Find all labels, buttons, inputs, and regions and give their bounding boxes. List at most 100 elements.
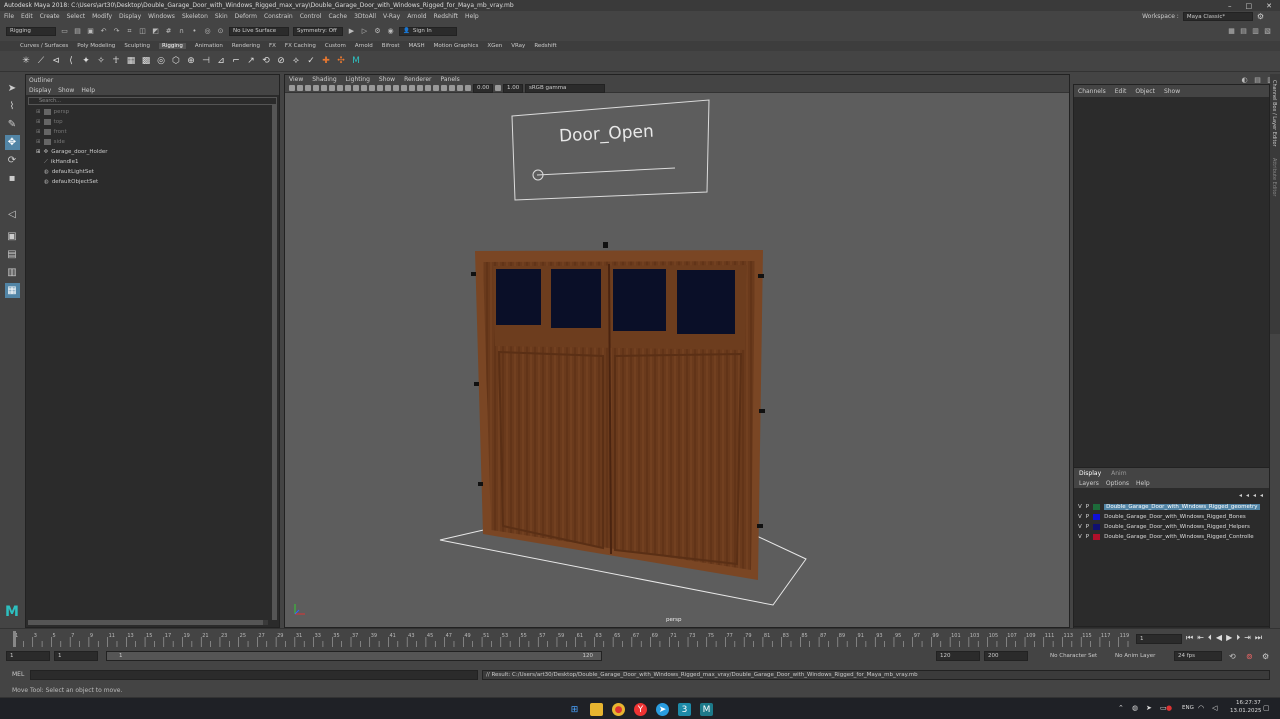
expand-icon[interactable]: ⊞	[36, 129, 41, 135]
mirror-joint-icon[interactable]: ⊲	[50, 55, 62, 67]
loop-icon[interactable]: ⟲	[1229, 652, 1236, 661]
four-view-icon[interactable]: ▤	[5, 247, 20, 262]
humanik-icon[interactable]: ☥	[110, 55, 122, 67]
minimize-icon[interactable]: –	[1228, 2, 1232, 10]
channel-menu-object[interactable]: Object	[1135, 88, 1155, 95]
locator-icon[interactable]: ✚	[320, 55, 332, 67]
snap-point-icon[interactable]: •	[190, 27, 199, 36]
insert-joint-icon[interactable]: ⟋	[35, 55, 47, 67]
new-scene-icon[interactable]: ▭	[60, 27, 69, 36]
layer-visibility-toggle[interactable]: V	[1078, 534, 1082, 540]
playback-end-field[interactable]: 120	[936, 651, 980, 661]
move-tool-icon[interactable]: ✥	[4, 135, 20, 150]
film-gate-icon[interactable]	[321, 85, 327, 91]
move-layer-down-icon[interactable]: ◂	[1246, 492, 1249, 499]
paint-weights-icon[interactable]: ▩	[140, 55, 152, 67]
snap-view-icon[interactable]: ◎	[203, 27, 212, 36]
layer-color-swatch[interactable]	[1093, 534, 1101, 540]
menu-skeleton[interactable]: Skeleton	[182, 13, 208, 20]
joint-tool-icon[interactable]: ✳	[20, 55, 32, 67]
viewport-menu-show[interactable]: Show	[379, 76, 395, 83]
anim-layer-field[interactable]: No Anim Layer	[1112, 651, 1168, 661]
snap-curve-icon[interactable]: ∩	[177, 27, 186, 36]
outliner-menu-show[interactable]: Show	[58, 87, 74, 94]
display-layer-row[interactable]: V P Double_Garage_Door_with_Windows_Rigged…	[1074, 532, 1269, 542]
language-indicator[interactable]: ENG	[1182, 705, 1194, 711]
menu-file[interactable]: File	[4, 13, 14, 20]
outliner-item[interactable]: ⊞ ✥ Garage_door_Holder	[26, 147, 279, 157]
render-settings-icon[interactable]: ⚙	[373, 27, 382, 36]
channel-box-toggle-icon[interactable]: ▤	[1253, 75, 1262, 84]
go-to-end-icon[interactable]: ⏭	[1255, 633, 1262, 643]
menu-edit[interactable]: Edit	[21, 13, 33, 20]
scale-tool-icon[interactable]: ▪	[5, 171, 20, 186]
channel-menu-channels[interactable]: Channels	[1078, 88, 1106, 95]
range-start-field[interactable]: 1	[6, 651, 50, 661]
shelf-tab-curves-surfaces[interactable]: Curves / Surfaces	[20, 43, 68, 49]
gamma-icon[interactable]	[495, 85, 501, 91]
side-tab-attribute-editor[interactable]: Attribute Editor	[1271, 158, 1277, 196]
door-open-control[interactable]	[511, 99, 710, 201]
menu-help[interactable]: Help	[465, 13, 479, 20]
shelf-tab-animation[interactable]: Animation	[195, 43, 223, 49]
channel-menu-show[interactable]: Show	[1164, 88, 1180, 95]
aim-constraint-icon[interactable]: ↗	[245, 55, 257, 67]
channel-box-settings-icon[interactable]: ◐	[1240, 75, 1249, 84]
layer-color-swatch[interactable]	[1093, 514, 1101, 520]
modeling-toolkit-icon[interactable]: ▦	[1227, 27, 1236, 36]
channel-menu-edit[interactable]: Edit	[1115, 88, 1127, 95]
orient-constraint-icon[interactable]: ⌐	[230, 55, 242, 67]
wireframe-on-shaded-icon[interactable]	[377, 85, 383, 91]
clock-time[interactable]: 16:27:37	[1236, 700, 1261, 706]
paint-select-icon[interactable]: ✎	[5, 117, 20, 132]
layer-visibility-toggle[interactable]: V	[1078, 524, 1082, 530]
yandex-disk-tray-icon[interactable]: ●	[1166, 704, 1172, 712]
shelf-tab-xgen[interactable]: XGen	[487, 43, 502, 49]
display-layer-row[interactable]: V P Double_Garage_Door_with_Windows_Rigged…	[1074, 502, 1269, 512]
field-chart-icon[interactable]	[345, 85, 351, 91]
viewport-menu-lighting[interactable]: Lighting	[346, 76, 370, 83]
menu-select[interactable]: Select	[67, 13, 86, 20]
shelf-tab-mash[interactable]: MASH	[408, 43, 424, 49]
maya-taskbar-icon[interactable]: M	[700, 703, 713, 716]
hypershade-icon[interactable]: ◉	[386, 27, 395, 36]
lattice-icon[interactable]: ⬡	[170, 55, 182, 67]
close-icon[interactable]: ✕	[1266, 2, 1272, 10]
workspace-dropdown[interactable]: Maya Classic*	[1182, 12, 1253, 21]
windows-start-icon[interactable]: ⊞	[568, 703, 581, 716]
outliner-item[interactable]: ⟋ ikHandle1	[26, 157, 279, 167]
outliner-item[interactable]: ◍ defaultObjectSet	[26, 177, 279, 187]
current-frame-field[interactable]: 1	[1136, 634, 1182, 644]
menu-control[interactable]: Control	[300, 13, 322, 20]
fps-dropdown[interactable]: 24 fps	[1174, 651, 1222, 661]
image-plane-icon[interactable]	[305, 85, 311, 91]
step-back-key-icon[interactable]: ⇤	[1197, 633, 1204, 643]
outliner-item[interactable]: ⊞ front	[26, 127, 279, 137]
new-layer-selected-icon[interactable]: ◂	[1260, 492, 1263, 499]
display-layer-row[interactable]: V P Double_Garage_Door_with_Windows_Rigged…	[1074, 522, 1269, 532]
outliner-menu-display[interactable]: Display	[29, 87, 51, 94]
menu-windows[interactable]: Windows	[148, 13, 175, 20]
wifi-icon[interactable]: ◠	[1198, 704, 1204, 712]
menu-cache[interactable]: Cache	[328, 13, 347, 20]
clock-date[interactable]: 13.01.2025	[1230, 708, 1262, 714]
select-hierarchy-icon[interactable]: ⌗	[125, 27, 134, 36]
shelf-tab-rendering[interactable]: Rendering	[232, 43, 260, 49]
isolate-select-icon[interactable]	[441, 85, 447, 91]
ik-handle-icon[interactable]: ✦	[80, 55, 92, 67]
live-surface-field[interactable]: No Live Surface	[229, 26, 289, 36]
pole-vector-icon[interactable]: ⟲	[260, 55, 272, 67]
gate-mask-icon[interactable]	[337, 85, 343, 91]
camera-attributes-icon[interactable]	[289, 85, 295, 91]
resolution-gate-icon[interactable]	[329, 85, 335, 91]
snap-grid-icon[interactable]: #	[164, 27, 173, 36]
menu-modify[interactable]: Modify	[92, 13, 112, 20]
cluster-handle-icon[interactable]: ✣	[335, 55, 347, 67]
command-input[interactable]	[30, 670, 478, 680]
current-time-marker[interactable]	[13, 631, 16, 647]
expand-icon[interactable]: ⊞	[36, 149, 41, 155]
maximize-icon[interactable]: □	[1246, 2, 1253, 10]
outliner-item[interactable]: ⊞ top	[26, 117, 279, 127]
command-language-label[interactable]: MEL	[12, 671, 24, 678]
symmetry-dropdown[interactable]: Symmetry: Off	[293, 26, 343, 36]
